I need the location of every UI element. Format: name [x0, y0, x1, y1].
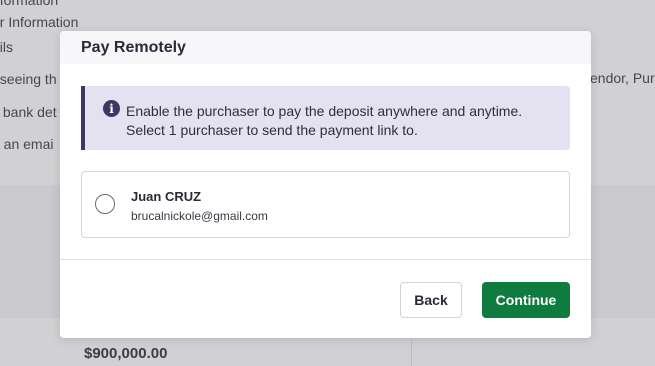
purchaser-radio[interactable] [95, 194, 115, 214]
pay-remotely-dialog: Pay Remotely i Enable the purchaser to p… [60, 31, 591, 338]
purchaser-name: Juan CRUZ [131, 189, 202, 204]
continue-button[interactable]: Continue [482, 282, 570, 318]
info-banner: i Enable the purchaser to pay the deposi… [81, 86, 570, 150]
info-message: Enable the purchaser to pay the deposit … [126, 102, 522, 140]
info-line: Select 1 purchaser to send the payment l… [126, 122, 418, 138]
dialog-title: Pay Remotely [81, 38, 186, 56]
dialog-header: Pay Remotely [60, 31, 591, 64]
back-button[interactable]: Back [400, 282, 462, 318]
purchaser-option[interactable]: Juan CRUZ brucalnickole@gmail.com [81, 171, 570, 238]
info-icon: i [103, 100, 120, 117]
purchaser-email: brucalnickole@gmail.com [131, 209, 268, 223]
footer-divider [60, 259, 591, 260]
info-line: Enable the purchaser to pay the deposit … [126, 103, 523, 119]
